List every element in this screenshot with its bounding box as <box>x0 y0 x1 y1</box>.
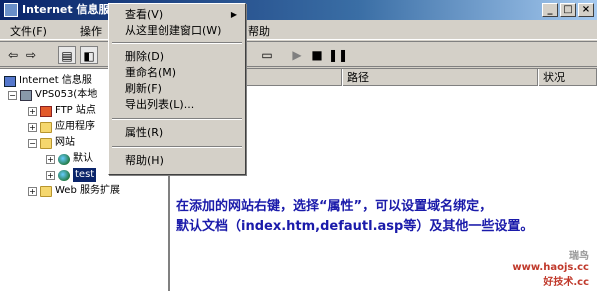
folder-icon <box>40 121 52 133</box>
annotation-text: 在添加的网站右键，选择“属性”，可以设置域名绑定， 默认文档（index.htm… <box>176 197 596 237</box>
window-title: Internet 信息服 <box>22 3 110 16</box>
menu-separator <box>112 118 242 120</box>
show-tree-icon[interactable]: ◧ <box>80 46 98 64</box>
annotation-line-1: 在添加的网站右键，选择“属性”，可以设置域名绑定， <box>176 199 493 214</box>
expand-icon[interactable]: + <box>46 170 55 180</box>
tree-server[interactable]: − VPS053(本地 <box>8 88 97 102</box>
menu-item-export[interactable]: 导出列表(L)... <box>111 97 243 113</box>
iis-app-icon <box>4 3 18 17</box>
globe-icon <box>58 153 70 165</box>
folder-icon <box>40 185 52 197</box>
play-icon[interactable]: ▶ <box>288 46 306 64</box>
menu-separator <box>112 146 242 148</box>
title-bar: Internet 信息服 _ □ × <box>0 0 597 20</box>
folder-icon <box>40 137 52 149</box>
tree-websites[interactable]: − 网站 <box>28 136 75 150</box>
context-menu: 查看(V) ▶ 从这里创建窗口(W) 删除(D) 重命名(M) 刷新(F) 导出… <box>108 3 246 175</box>
collapse-icon[interactable]: − <box>8 90 17 100</box>
expand-icon[interactable]: + <box>28 122 37 132</box>
menu-item-delete[interactable]: 删除(D) <box>111 49 243 65</box>
expand-icon[interactable]: + <box>28 186 37 196</box>
tree-test-site[interactable]: + test <box>46 168 97 182</box>
globe-icon <box>58 169 70 181</box>
watermark-url: www.haojs.cc <box>512 262 589 273</box>
back-arrow-icon[interactable]: ⇦ <box>4 46 22 64</box>
tree-root[interactable]: Internet 信息服 <box>4 74 92 88</box>
menu-separator <box>112 42 242 44</box>
close-button[interactable]: × <box>578 3 594 17</box>
expand-icon[interactable]: + <box>28 106 37 116</box>
tree-web-extensions[interactable]: + Web 服务扩展 <box>28 184 120 198</box>
expand-icon[interactable]: + <box>46 154 55 164</box>
watermark: 瑞鸟 www.haojs.cc 好技术.cc <box>512 247 589 288</box>
menu-item-rename[interactable]: 重命名(M) <box>111 65 243 81</box>
up-folder-icon[interactable]: ▤ <box>58 46 76 64</box>
menu-file[interactable]: 文件(F) <box>10 23 47 39</box>
column-header-path[interactable]: 路径 <box>342 69 538 86</box>
menu-item-view[interactable]: 查看(V) ▶ <box>111 7 243 23</box>
menu-help[interactable]: 帮助 <box>248 23 270 39</box>
forward-arrow-icon[interactable]: ⇨ <box>22 46 40 64</box>
submenu-arrow-icon: ▶ <box>230 10 237 19</box>
server-icon <box>20 89 32 101</box>
menu-item-new-window[interactable]: 从这里创建窗口(W) <box>111 23 243 39</box>
minimize-button[interactable]: _ <box>542 3 558 17</box>
menu-item-properties[interactable]: 属性(R) <box>111 125 243 141</box>
export-icon[interactable]: ▭ <box>258 46 276 64</box>
watermark-logo-text: 瑞鸟 <box>569 251 589 262</box>
menu-item-help[interactable]: 帮助(H) <box>111 153 243 169</box>
menu-item-refresh[interactable]: 刷新(F) <box>111 81 243 97</box>
column-header-status[interactable]: 状况 <box>538 69 597 86</box>
tree-default-site[interactable]: + 默认 <box>46 152 93 166</box>
annotation-line-2: 默认文档（index.htm,defautl.asp等）及其他一些设置。 <box>176 219 534 234</box>
stop-icon[interactable]: ■ <box>308 46 326 64</box>
menu-bar: 文件(F) 操作 帮助 <box>0 20 597 40</box>
tree-app-pools[interactable]: + 应用程序 <box>28 120 95 134</box>
ftp-folder-icon <box>40 105 52 117</box>
iis-icon <box>4 75 16 87</box>
iis-manager-window: Internet 信息服 _ □ × 文件(F) 操作 帮助 ⇦ ⇨ ▤ ◧ ▭… <box>0 0 597 291</box>
watermark-brand: 好技术.cc <box>543 277 589 288</box>
toolbar: ⇦ ⇨ ▤ ◧ ▭ ▶ ■ ❚❚ <box>0 41 597 67</box>
maximize-button[interactable]: □ <box>560 3 576 17</box>
tree-ftp-sites[interactable]: + FTP 站点 <box>28 104 96 118</box>
collapse-icon[interactable]: − <box>28 138 37 148</box>
main-content: Internet 信息服 − VPS053(本地 + FTP 站点 + 应用程序… <box>0 68 597 291</box>
pause-icon[interactable]: ❚❚ <box>328 46 348 64</box>
menu-action[interactable]: 操作 <box>80 23 102 39</box>
